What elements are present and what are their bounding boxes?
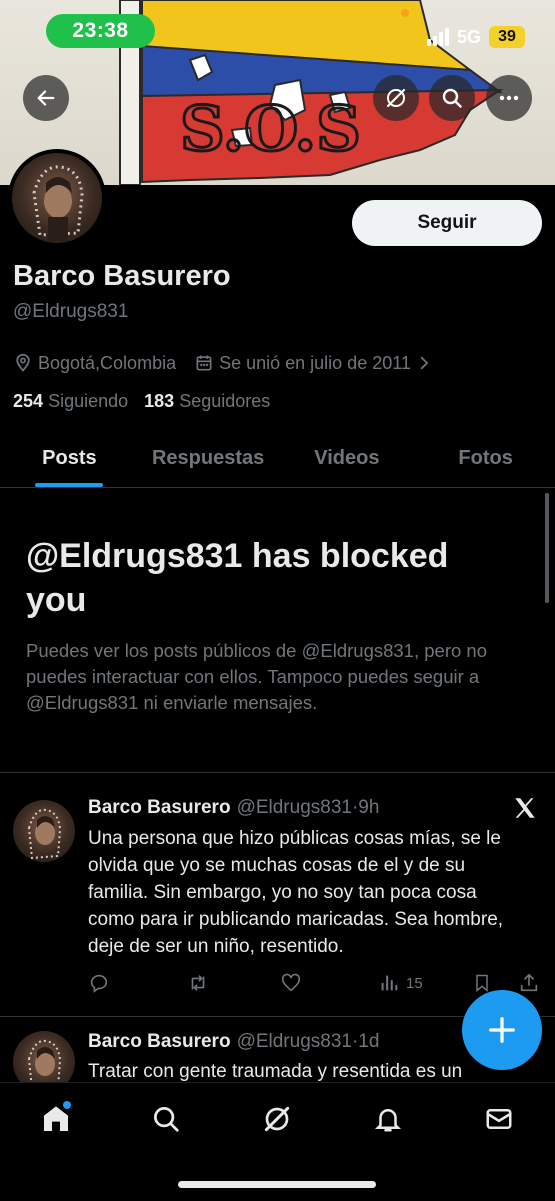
grok-button[interactable] bbox=[373, 75, 419, 121]
post-author-handle[interactable]: @Eldrugs831 bbox=[237, 1031, 352, 1053]
compose-post-button[interactable] bbox=[462, 990, 542, 1070]
views-button[interactable]: 15 bbox=[378, 972, 423, 994]
tab-label: Fotos bbox=[458, 447, 513, 469]
followers-label: Seguidores bbox=[179, 391, 271, 411]
share-button[interactable] bbox=[518, 972, 540, 994]
search-icon bbox=[442, 88, 462, 108]
followers-count: 183 bbox=[144, 391, 175, 411]
mail-icon bbox=[486, 1109, 512, 1129]
tab-photos[interactable]: Fotos bbox=[416, 430, 555, 487]
following-link[interactable]: 254 Siguiendo bbox=[13, 391, 128, 412]
avatar-image bbox=[12, 153, 102, 243]
search-icon bbox=[154, 1107, 179, 1132]
post-actions: 15 bbox=[88, 972, 540, 998]
profile-joined-link[interactable]: Se unió en julio de 2011 bbox=[219, 353, 411, 374]
section-divider bbox=[0, 772, 555, 773]
views-count: 15 bbox=[406, 974, 423, 992]
repost-icon bbox=[191, 975, 205, 991]
chevron-right-icon bbox=[420, 356, 429, 370]
post-author-handle[interactable]: @Eldrugs831 bbox=[237, 797, 352, 819]
bookmark-icon bbox=[476, 974, 488, 993]
follow-button[interactable]: Seguir bbox=[352, 200, 542, 246]
like-button[interactable] bbox=[280, 972, 302, 994]
privacy-indicator-dot bbox=[401, 9, 409, 17]
profile-meta: Bogotá,Colombia Se unió en julio de 2011 bbox=[13, 350, 438, 376]
nav-home[interactable] bbox=[36, 1101, 76, 1137]
tab-videos[interactable]: Videos bbox=[278, 430, 417, 487]
bookmark-button[interactable] bbox=[472, 972, 492, 994]
calendar-icon bbox=[196, 355, 212, 371]
profile-avatar[interactable] bbox=[8, 149, 106, 247]
post-timestamp: ·9h bbox=[351, 797, 380, 818]
back-button[interactable] bbox=[23, 75, 69, 121]
nav-grok[interactable] bbox=[257, 1101, 297, 1137]
tab-label: Respuestas bbox=[151, 447, 265, 469]
active-tab-indicator bbox=[35, 483, 104, 487]
notification-dot bbox=[63, 1101, 71, 1109]
post-author-name[interactable]: Barco Basurero bbox=[88, 797, 231, 819]
followers-link[interactable]: 183 Seguidores bbox=[144, 391, 270, 412]
grok-icon bbox=[264, 1106, 290, 1132]
search-button[interactable] bbox=[429, 75, 475, 121]
profile-tabs: Posts Respuestas Videos Fotos bbox=[0, 430, 555, 488]
post-avatar[interactable] bbox=[13, 800, 75, 862]
post-author-name[interactable]: Barco Basurero bbox=[88, 1031, 231, 1053]
cellular-signal-icon bbox=[426, 28, 449, 46]
share-icon bbox=[520, 973, 538, 992]
status-bar-right: 5G 39 bbox=[426, 22, 525, 52]
profile-location: Bogotá,Colombia bbox=[38, 352, 177, 373]
grok-icon bbox=[386, 88, 406, 108]
tab-label: Posts bbox=[42, 447, 97, 469]
more-options-button[interactable] bbox=[486, 75, 532, 121]
follow-stats: 254 Siguiendo 183 Seguidores bbox=[13, 391, 270, 412]
tab-posts[interactable]: Posts bbox=[0, 430, 139, 487]
post-text: Tratar con gente traumada y resentida es… bbox=[88, 1061, 463, 1082]
reply-icon bbox=[90, 974, 108, 993]
heart-icon bbox=[281, 973, 301, 992]
post-text: Una persona que hizo públicas cosas mías… bbox=[88, 828, 504, 957]
post-header: Barco Basurero @Eldrugs831·1d bbox=[88, 1031, 379, 1053]
status-time: 23:38 bbox=[46, 14, 155, 48]
location-pin-icon bbox=[16, 353, 30, 372]
analytics-icon bbox=[381, 975, 398, 991]
arrow-left-icon bbox=[37, 90, 55, 106]
more-icon bbox=[499, 95, 519, 101]
network-type: 5G bbox=[456, 26, 481, 47]
plus-icon bbox=[489, 1017, 515, 1043]
tab-replies[interactable]: Respuestas bbox=[139, 430, 278, 487]
tab-label: Videos bbox=[314, 447, 380, 469]
battery-indicator: 39 bbox=[489, 26, 525, 48]
scrollbar[interactable] bbox=[545, 493, 549, 603]
repost-button[interactable] bbox=[186, 972, 210, 994]
bell-icon bbox=[374, 1109, 402, 1132]
profile-display-name: Barco Basurero bbox=[13, 260, 231, 292]
nav-search[interactable] bbox=[146, 1101, 186, 1137]
home-indicator[interactable] bbox=[178, 1181, 376, 1188]
post-timestamp: ·1d bbox=[351, 1031, 380, 1052]
profile-handle: @Eldrugs831 bbox=[13, 301, 129, 322]
blocked-description: Puedes ver los posts públicos de @Eldrug… bbox=[26, 640, 488, 713]
reply-button[interactable] bbox=[88, 972, 110, 994]
banner-text: S.O.S bbox=[180, 92, 361, 165]
nav-notifications[interactable] bbox=[368, 1101, 408, 1137]
following-label: Siguiendo bbox=[48, 391, 129, 411]
x-logo-icon bbox=[515, 798, 535, 818]
following-count: 254 bbox=[13, 391, 44, 411]
blocked-title: @Eldrugs831 has blocked you bbox=[26, 537, 449, 619]
nav-messages[interactable] bbox=[479, 1101, 519, 1137]
post-header: Barco Basurero @Eldrugs831·9h bbox=[88, 797, 379, 819]
